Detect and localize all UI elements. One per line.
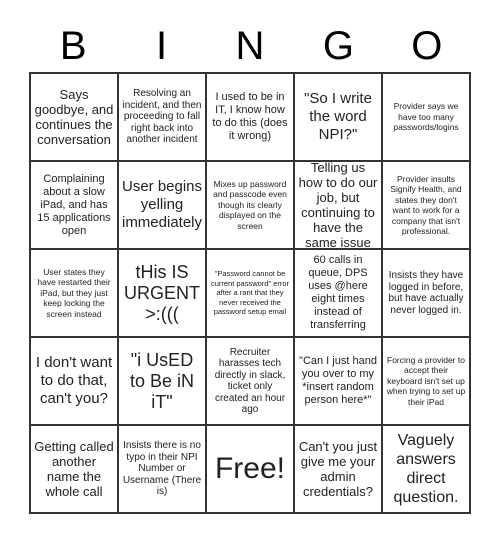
cell-text: Says goodbye, and continues the conversa… xyxy=(34,87,114,147)
cell-text: Forcing a provider to accept their keybo… xyxy=(386,354,466,407)
header-letter-i: I xyxy=(156,24,168,68)
cell-text: Insists there is no typo in their NPI Nu… xyxy=(122,440,202,498)
bingo-cell[interactable]: Mixes up password and passcode even thou… xyxy=(206,161,294,249)
bingo-cell[interactable]: Forcing a provider to accept their keybo… xyxy=(382,337,470,425)
bingo-cell[interactable]: tHis IS URGENT >:((( xyxy=(118,249,206,337)
bingo-cell[interactable]: I used to be in IT, I know how to do thi… xyxy=(206,73,294,161)
header-letter-o: O xyxy=(411,24,443,68)
bingo-cell[interactable]: Complaining about a slow iPad, and has 1… xyxy=(30,161,118,249)
bingo-cell[interactable]: Provider insults Signify Health, and sta… xyxy=(382,161,470,249)
cell-text: tHis IS URGENT >:((( xyxy=(124,261,200,324)
bingo-cell[interactable]: "Password cannot be current password" er… xyxy=(206,249,294,337)
bingo-cell[interactable]: "Can I just hand you over to my *insert … xyxy=(294,337,382,425)
bingo-cell[interactable]: User begins yelling immediately xyxy=(118,161,206,249)
bingo-cell[interactable]: "i UsED to Be iN iT" xyxy=(118,337,206,425)
header-letter-g: G xyxy=(322,24,354,68)
cell-text: "Password cannot be current password" er… xyxy=(210,269,290,317)
cell-text: User states they have restarted their iP… xyxy=(37,266,111,319)
cell-text: Recruiter harasses tech directly in slac… xyxy=(214,346,286,416)
cell-text: Insists they have logged in before, but … xyxy=(388,270,464,316)
bingo-cell[interactable]: Insists they have logged in before, but … xyxy=(382,249,470,337)
free-space-text: Free! xyxy=(214,452,286,485)
cell-text: "So I write the word NPI?" xyxy=(304,90,372,143)
bingo-cell[interactable]: Can't you just give me your admin creden… xyxy=(294,425,382,513)
bingo-cell[interactable]: Getting called another name the whole ca… xyxy=(30,425,118,513)
cell-text: Provider insults Signify Health, and sta… xyxy=(390,173,462,237)
cell-text: Can't you just give me your admin creden… xyxy=(298,439,378,499)
bingo-cell[interactable]: Insists there is no typo in their NPI Nu… xyxy=(118,425,206,513)
cell-text: "Can I just hand you over to my *insert … xyxy=(299,355,377,406)
cell-text: Getting called another name the whole ca… xyxy=(34,439,114,499)
free-space-cell[interactable]: Free! xyxy=(206,425,294,513)
cell-text: Resolving an incident, and then proceedi… xyxy=(122,88,202,146)
bingo-header: B I N G O xyxy=(29,20,471,72)
cell-text: Complaining about a slow iPad, and has 1… xyxy=(37,172,111,237)
cell-text: 60 calls in queue, DPS uses @here eight … xyxy=(308,254,368,331)
bingo-cell[interactable]: 60 calls in queue, DPS uses @here eight … xyxy=(294,249,382,337)
cell-text: User begins yelling immediately xyxy=(121,178,203,231)
header-letter-n: N xyxy=(235,24,265,68)
bingo-grid: Says goodbye, and continues the conversa… xyxy=(29,72,471,514)
cell-text: "i UsED to Be iN iT" xyxy=(129,349,195,412)
cell-text: I don't want to do that, can't you? xyxy=(35,354,113,407)
cell-text: Provider says we have too many passwords… xyxy=(393,101,459,133)
cell-text: Mixes up password and passcode even thou… xyxy=(213,178,287,231)
bingo-cell[interactable]: Provider says we have too many passwords… xyxy=(382,73,470,161)
bingo-cell[interactable]: User states they have restarted their iP… xyxy=(30,249,118,337)
bingo-cell[interactable]: "So I write the word NPI?" xyxy=(294,73,382,161)
bingo-cell[interactable]: Says goodbye, and continues the conversa… xyxy=(30,73,118,161)
cell-text: I used to be in IT, I know how to do thi… xyxy=(212,91,288,142)
bingo-cell[interactable]: Recruiter harasses tech directly in slac… xyxy=(206,337,294,425)
header-letter-b: B xyxy=(59,24,87,68)
cell-text: Vaguely answers direct question. xyxy=(393,432,459,506)
bingo-cell[interactable]: Resolving an incident, and then proceedi… xyxy=(118,73,206,161)
bingo-cell[interactable]: Vaguely answers direct question. xyxy=(382,425,470,513)
cell-text: Telling us how to do our job, but contin… xyxy=(298,161,378,249)
bingo-cell[interactable]: I don't want to do that, can't you? xyxy=(30,337,118,425)
bingo-cell[interactable]: Telling us how to do our job, but contin… xyxy=(294,161,382,249)
